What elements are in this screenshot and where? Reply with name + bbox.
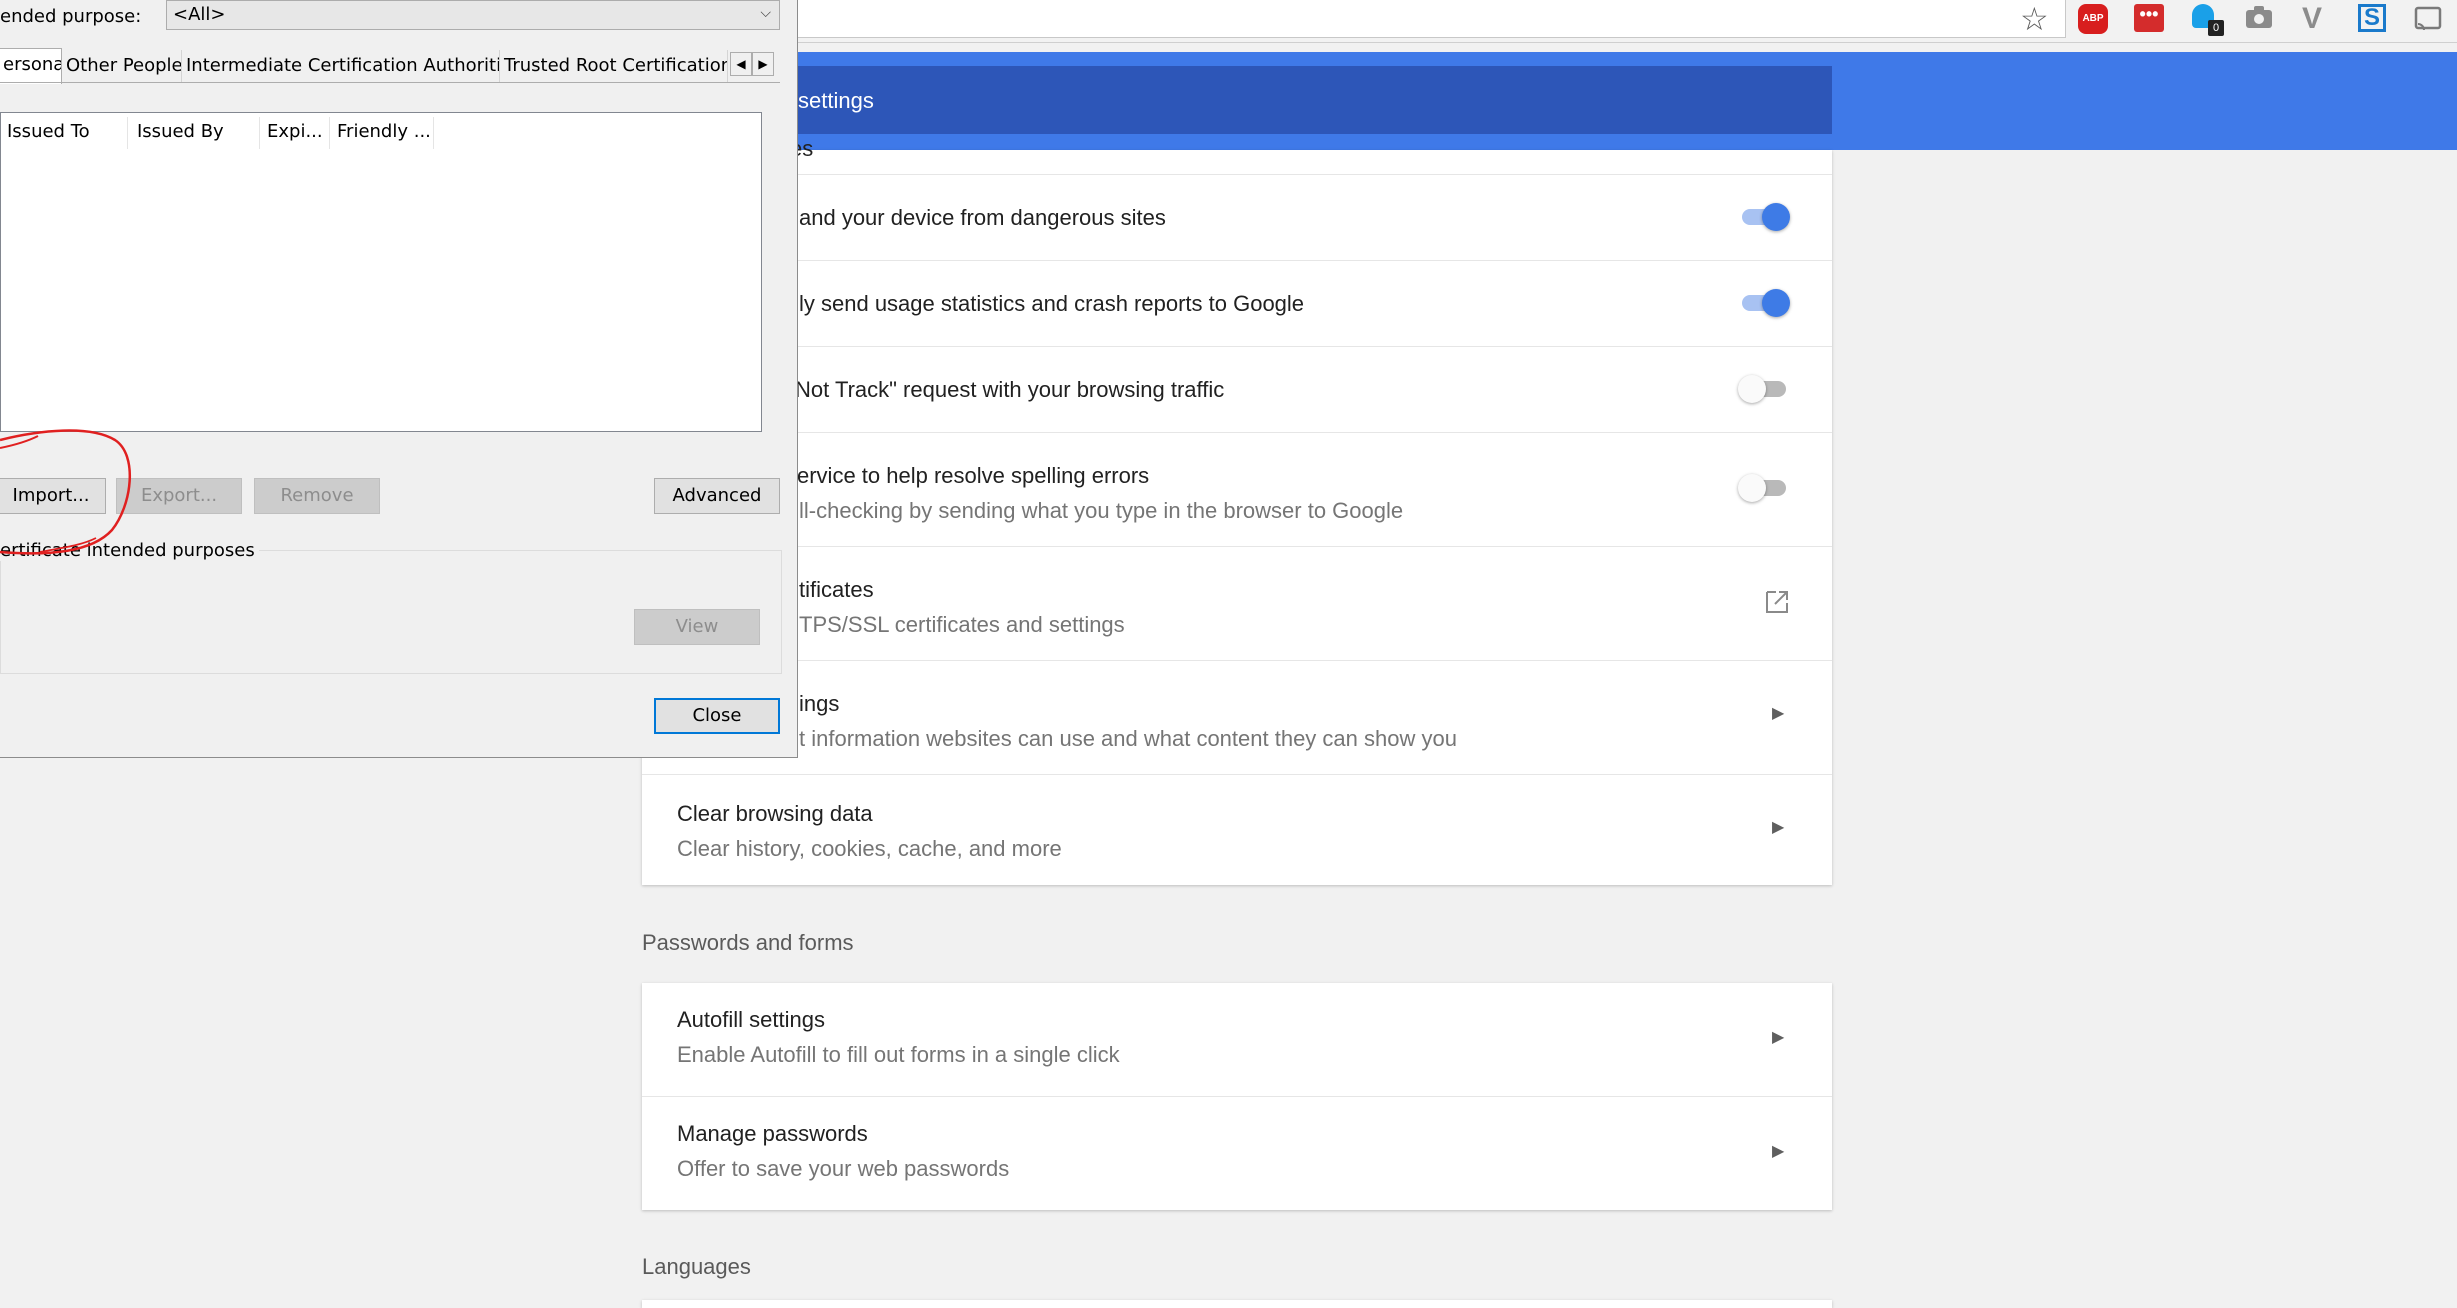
manage-certificates-row[interactable]: tificates TPS/SSL certificates and setti… — [642, 546, 1832, 660]
autofill-settings-row[interactable]: Autofill settings Enable Autofill to fil… — [642, 983, 1832, 1096]
ghostery-icon[interactable]: 0 — [2190, 4, 2224, 36]
spelling-service-label: ervice to help resolve spelling errors — [797, 463, 1150, 488]
content-settings-sub: t information websites can use and what … — [799, 726, 1457, 751]
chevron-right-icon: ▶ — [1772, 1143, 1785, 1160]
settings-header-inner — [780, 66, 1832, 134]
usage-stats-label: ly send usage statistics and crash repor… — [799, 291, 1305, 316]
intended-purpose-select[interactable]: <All> ⌵ — [166, 0, 780, 30]
v-extension-label: V — [2302, 2, 2323, 35]
s-extension-label: S — [2358, 4, 2386, 32]
intended-purpose-value: <All> — [173, 4, 226, 25]
column-separator — [329, 117, 330, 149]
privacy-top-fragment-row: es — [642, 136, 1832, 174]
languages-card — [642, 1300, 1832, 1308]
usage-stats-toggle[interactable] — [1738, 285, 1790, 321]
cast-icon[interactable] — [2414, 4, 2444, 34]
lastpass-icon[interactable]: ••• — [2134, 4, 2164, 34]
spelling-service-toggle[interactable] — [1738, 470, 1790, 506]
column-expiration[interactable]: Expi... — [267, 121, 323, 142]
bookmark-star-icon[interactable]: ☆ — [2020, 2, 2049, 36]
content-settings-row[interactable]: ings t information websites can use and … — [642, 660, 1832, 774]
languages-section-heading: Languages — [642, 1254, 751, 1279]
tab-trusted-root-ca[interactable]: Trusted Root Certification A — [500, 50, 728, 82]
manage-certificates-sub: TPS/SSL certificates and settings — [799, 612, 1125, 637]
usage-stats-row[interactable]: ly send usage statistics and crash repor… — [642, 260, 1832, 346]
open-in-new-icon[interactable] — [1764, 589, 1790, 615]
column-friendly-name[interactable]: Friendly ... — [337, 121, 431, 142]
address-bar[interactable] — [780, 0, 2066, 38]
manage-passwords-label: Manage passwords — [677, 1121, 868, 1146]
s-extension-icon[interactable]: S — [2358, 4, 2388, 34]
manage-certificates-label: tificates — [799, 577, 874, 602]
autofill-settings-label: Autofill settings — [677, 1007, 825, 1032]
tab-scroll-right-icon[interactable]: ▶ — [752, 52, 774, 76]
toggle-knob — [1762, 203, 1790, 231]
spelling-service-row[interactable]: ervice to help resolve spelling errors l… — [642, 432, 1832, 546]
privacy-card: es and your device from dangerous sites … — [642, 136, 1832, 885]
toggle-knob — [1762, 289, 1790, 317]
autofill-settings-sub: Enable Autofill to fill out forms in a s… — [677, 1042, 1120, 1067]
safe-browsing-label: and your device from dangerous sites — [799, 205, 1166, 230]
spelling-service-sub: ll-checking by sending what you type in … — [799, 498, 1404, 523]
page-title: settings — [798, 88, 874, 113]
tab-intermediate-ca[interactable]: Intermediate Certification Authorities — [182, 50, 500, 82]
ghostery-badge: 0 — [2208, 20, 2224, 36]
chevron-right-icon: ▶ — [1772, 705, 1785, 722]
chevron-right-icon: ▶ — [1772, 1029, 1785, 1046]
camera-icon[interactable] — [2246, 4, 2276, 34]
clear-browsing-data-sub: Clear history, cookies, cache, and more — [677, 836, 1062, 861]
manage-passwords-sub: Offer to save your web passwords — [677, 1156, 1010, 1181]
passwords-card: Autofill settings Enable Autofill to fil… — [642, 983, 1832, 1210]
red-annotation-circle — [0, 429, 132, 555]
manage-passwords-row[interactable]: Manage passwords Offer to save your web … — [642, 1096, 1832, 1210]
chevron-right-icon: ▶ — [1772, 819, 1785, 836]
column-separator — [433, 117, 434, 149]
column-separator — [259, 117, 260, 149]
do-not-track-row[interactable]: Not Track" request with your browsing tr… — [642, 346, 1832, 432]
content-settings-label: ings — [799, 691, 840, 716]
toggle-knob — [1738, 375, 1766, 403]
v-extension-icon[interactable]: V — [2302, 4, 2332, 34]
toggle-knob — [1738, 474, 1766, 502]
do-not-track-label: Not Track" request with your browsing tr… — [795, 377, 1225, 402]
safe-browsing-toggle[interactable] — [1738, 199, 1790, 235]
camera-lens — [2254, 14, 2264, 24]
close-button[interactable]: Close — [654, 698, 780, 734]
clear-browsing-data-label: Clear browsing data — [677, 801, 873, 826]
adblock-plus-icon[interactable]: ABP — [2078, 4, 2108, 34]
view-button[interactable]: View — [634, 609, 760, 645]
safe-browsing-row[interactable]: and your device from dangerous sites — [642, 174, 1832, 260]
chevron-down-icon: ⌵ — [760, 5, 771, 21]
advanced-button[interactable]: Advanced — [654, 478, 780, 514]
cast-svg — [2414, 6, 2442, 31]
passwords-section-heading: Passwords and forms — [642, 930, 854, 955]
adblock-plus-label: ABP — [2078, 4, 2108, 34]
remove-button[interactable]: Remove — [254, 478, 380, 514]
lastpass-label: ••• — [2134, 4, 2164, 32]
do-not-track-toggle[interactable] — [1738, 371, 1790, 407]
tab-scroll-left-icon[interactable]: ◀ — [730, 52, 752, 76]
clear-browsing-data-row[interactable]: Clear browsing data Clear history, cooki… — [642, 774, 1832, 885]
